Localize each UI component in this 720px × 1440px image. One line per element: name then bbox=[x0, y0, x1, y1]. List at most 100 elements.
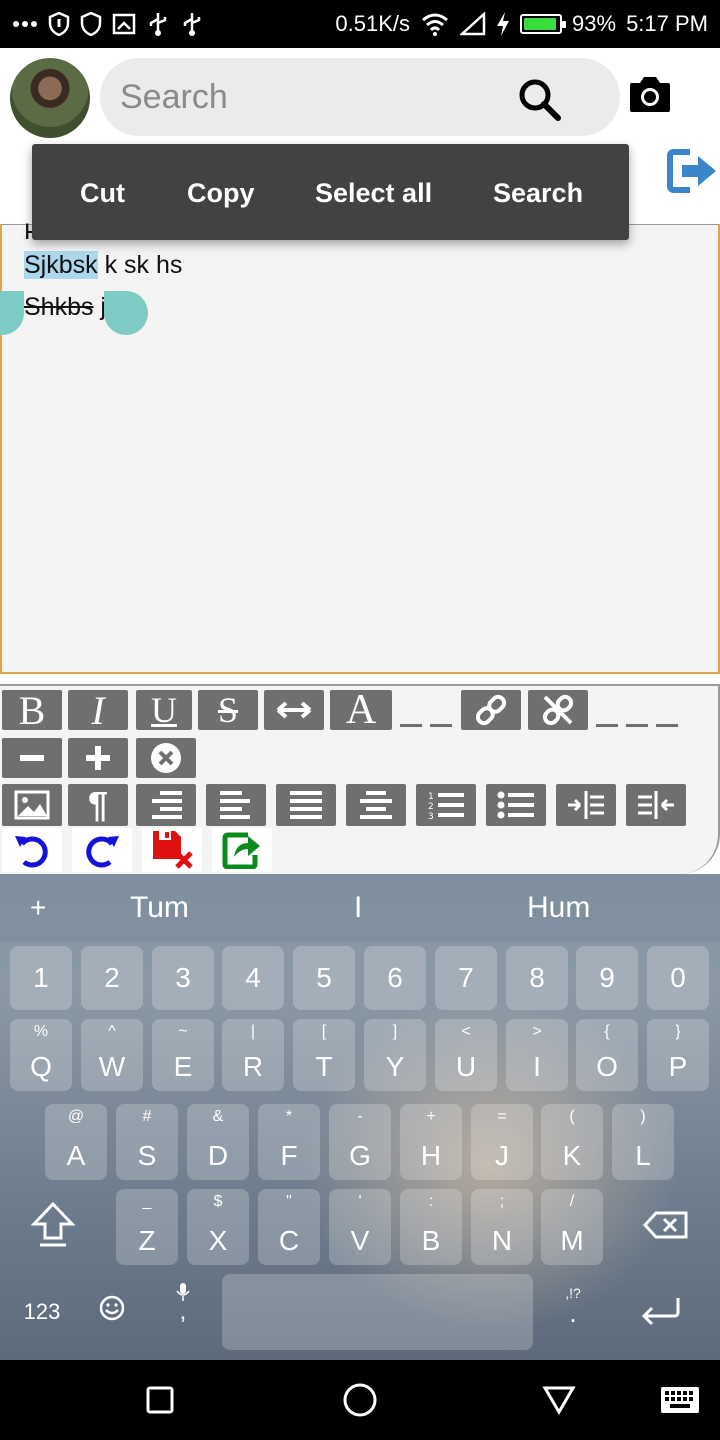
svg-text:1: 1 bbox=[428, 792, 434, 802]
key-l[interactable]: ) L bbox=[612, 1104, 674, 1180]
menu-copy[interactable]: Copy bbox=[187, 144, 255, 240]
keyboard-icon[interactable] bbox=[660, 1386, 700, 1414]
key-7[interactable]: 7 bbox=[435, 946, 497, 1010]
key-m[interactable]: / M bbox=[541, 1189, 603, 1265]
decrease-size-button[interactable] bbox=[2, 738, 62, 778]
period-key[interactable]: ,!? . bbox=[556, 1284, 590, 1340]
key-6[interactable]: 6 bbox=[364, 946, 426, 1010]
key-b[interactable]: :B bbox=[400, 1189, 462, 1265]
outdent-button[interactable] bbox=[626, 784, 686, 826]
selection-start-handle[interactable] bbox=[0, 291, 24, 335]
search-input[interactable] bbox=[120, 72, 500, 122]
suggestion-1[interactable]: Tum bbox=[130, 874, 189, 942]
key-c[interactable]: " C bbox=[258, 1189, 320, 1265]
enter-key[interactable] bbox=[636, 1292, 686, 1332]
key-k[interactable]: (K bbox=[541, 1104, 603, 1180]
bold-button[interactable]: B bbox=[2, 688, 62, 733]
key-q[interactable]: % Q bbox=[10, 1019, 72, 1091]
link-button[interactable] bbox=[461, 690, 521, 730]
suggestion-expand[interactable]: + bbox=[30, 874, 46, 942]
indent-icon bbox=[568, 791, 604, 819]
underline-button[interactable]: U bbox=[136, 690, 192, 730]
shift-key[interactable] bbox=[28, 1200, 78, 1250]
key-d[interactable]: & D bbox=[187, 1104, 249, 1180]
key-z[interactable]: _ Z bbox=[116, 1189, 178, 1265]
font-button[interactable]: A bbox=[330, 687, 392, 733]
recents-icon[interactable] bbox=[146, 1386, 174, 1414]
navigation-bar bbox=[0, 1360, 720, 1440]
menu-select-all[interactable]: Select all bbox=[315, 144, 432, 240]
key-2[interactable]: 2 bbox=[81, 946, 143, 1010]
paragraph-button[interactable]: ¶ bbox=[68, 784, 128, 826]
user-avatar[interactable] bbox=[10, 58, 90, 138]
undo-button[interactable] bbox=[2, 828, 62, 872]
align-left-button[interactable] bbox=[206, 784, 266, 826]
suggestion-2[interactable]: I bbox=[354, 874, 362, 942]
home-icon[interactable] bbox=[342, 1382, 378, 1418]
emoji-key[interactable] bbox=[96, 1294, 128, 1330]
key-g[interactable]: -G bbox=[329, 1104, 391, 1180]
clear-format-button[interactable] bbox=[136, 738, 196, 778]
usb-icon bbox=[183, 13, 201, 36]
key-9[interactable]: 9 bbox=[576, 946, 638, 1010]
space-key[interactable] bbox=[222, 1274, 533, 1350]
comma-key[interactable]: , bbox=[166, 1282, 200, 1342]
align-center-button[interactable] bbox=[346, 784, 406, 826]
menu-search[interactable]: Search bbox=[493, 144, 583, 240]
unlink-icon bbox=[542, 694, 574, 726]
justify-button[interactable] bbox=[276, 784, 336, 826]
selected-text: Sjkbsk bbox=[24, 251, 98, 279]
back-icon[interactable] bbox=[542, 1384, 576, 1416]
key-f[interactable]: * F bbox=[258, 1104, 320, 1180]
key-t[interactable]: [T bbox=[293, 1019, 355, 1091]
bullet-list-button[interactable] bbox=[486, 784, 546, 826]
horizontal-arrows-icon bbox=[276, 701, 312, 719]
numbers-key[interactable]: 123 bbox=[18, 1294, 66, 1330]
key-w[interactable]: ^ W bbox=[81, 1019, 143, 1091]
search-bar[interactable] bbox=[100, 58, 620, 136]
horizontal-rule-button[interactable] bbox=[264, 690, 324, 730]
strikethrough-button[interactable]: S bbox=[198, 690, 258, 730]
key-s[interactable]: # S bbox=[116, 1104, 178, 1180]
key-r[interactable]: | R bbox=[222, 1019, 284, 1091]
indent-button[interactable] bbox=[556, 784, 616, 826]
key-x[interactable]: $ X bbox=[187, 1189, 249, 1265]
key-o[interactable]: {O bbox=[576, 1019, 638, 1091]
key-n[interactable]: ; N bbox=[471, 1189, 533, 1265]
key-h[interactable]: + H bbox=[400, 1104, 462, 1180]
share-button[interactable] bbox=[212, 828, 272, 872]
logout-icon[interactable] bbox=[666, 148, 720, 194]
numbered-list-button[interactable]: 123 bbox=[416, 784, 476, 826]
key-0[interactable]: 0 bbox=[647, 946, 709, 1010]
search-icon[interactable] bbox=[516, 76, 562, 122]
key-8[interactable]: 8 bbox=[506, 946, 568, 1010]
rich-text-editor[interactable]: Hi Sjkbsk k sk hs Shkbs j bbox=[0, 219, 720, 674]
backspace-key[interactable] bbox=[640, 1210, 692, 1244]
key-i[interactable]: > I bbox=[506, 1019, 568, 1091]
key-a[interactable]: @ A bbox=[45, 1104, 107, 1180]
italic-button[interactable]: I bbox=[68, 688, 128, 733]
key-5[interactable]: 5 bbox=[293, 946, 355, 1010]
key-3[interactable]: 3 bbox=[152, 946, 214, 1010]
redo-button[interactable] bbox=[72, 828, 132, 872]
key-u[interactable]: < U bbox=[435, 1019, 497, 1091]
key-v[interactable]: ' V bbox=[329, 1189, 391, 1265]
save-cancel-icon bbox=[153, 831, 193, 869]
justify-icon bbox=[290, 791, 322, 819]
key-p[interactable]: } P bbox=[647, 1019, 709, 1091]
key-4[interactable]: 4 bbox=[222, 946, 284, 1010]
align-right-button[interactable] bbox=[136, 784, 196, 826]
discard-button[interactable] bbox=[142, 828, 202, 872]
suggestion-3[interactable]: Hum bbox=[527, 874, 590, 942]
key-y[interactable]: ] Y bbox=[364, 1019, 426, 1091]
key-j[interactable]: = J bbox=[471, 1104, 533, 1180]
insert-image-button[interactable] bbox=[2, 784, 62, 826]
key-1[interactable]: 1 bbox=[10, 946, 72, 1010]
redo-icon bbox=[86, 836, 119, 868]
selection-end-handle[interactable] bbox=[104, 291, 148, 335]
increase-size-button[interactable] bbox=[68, 738, 128, 778]
menu-cut[interactable]: Cut bbox=[80, 144, 125, 240]
key-e[interactable]: ~ E bbox=[152, 1019, 214, 1091]
camera-icon[interactable] bbox=[628, 74, 672, 114]
unlink-button[interactable] bbox=[528, 690, 588, 730]
